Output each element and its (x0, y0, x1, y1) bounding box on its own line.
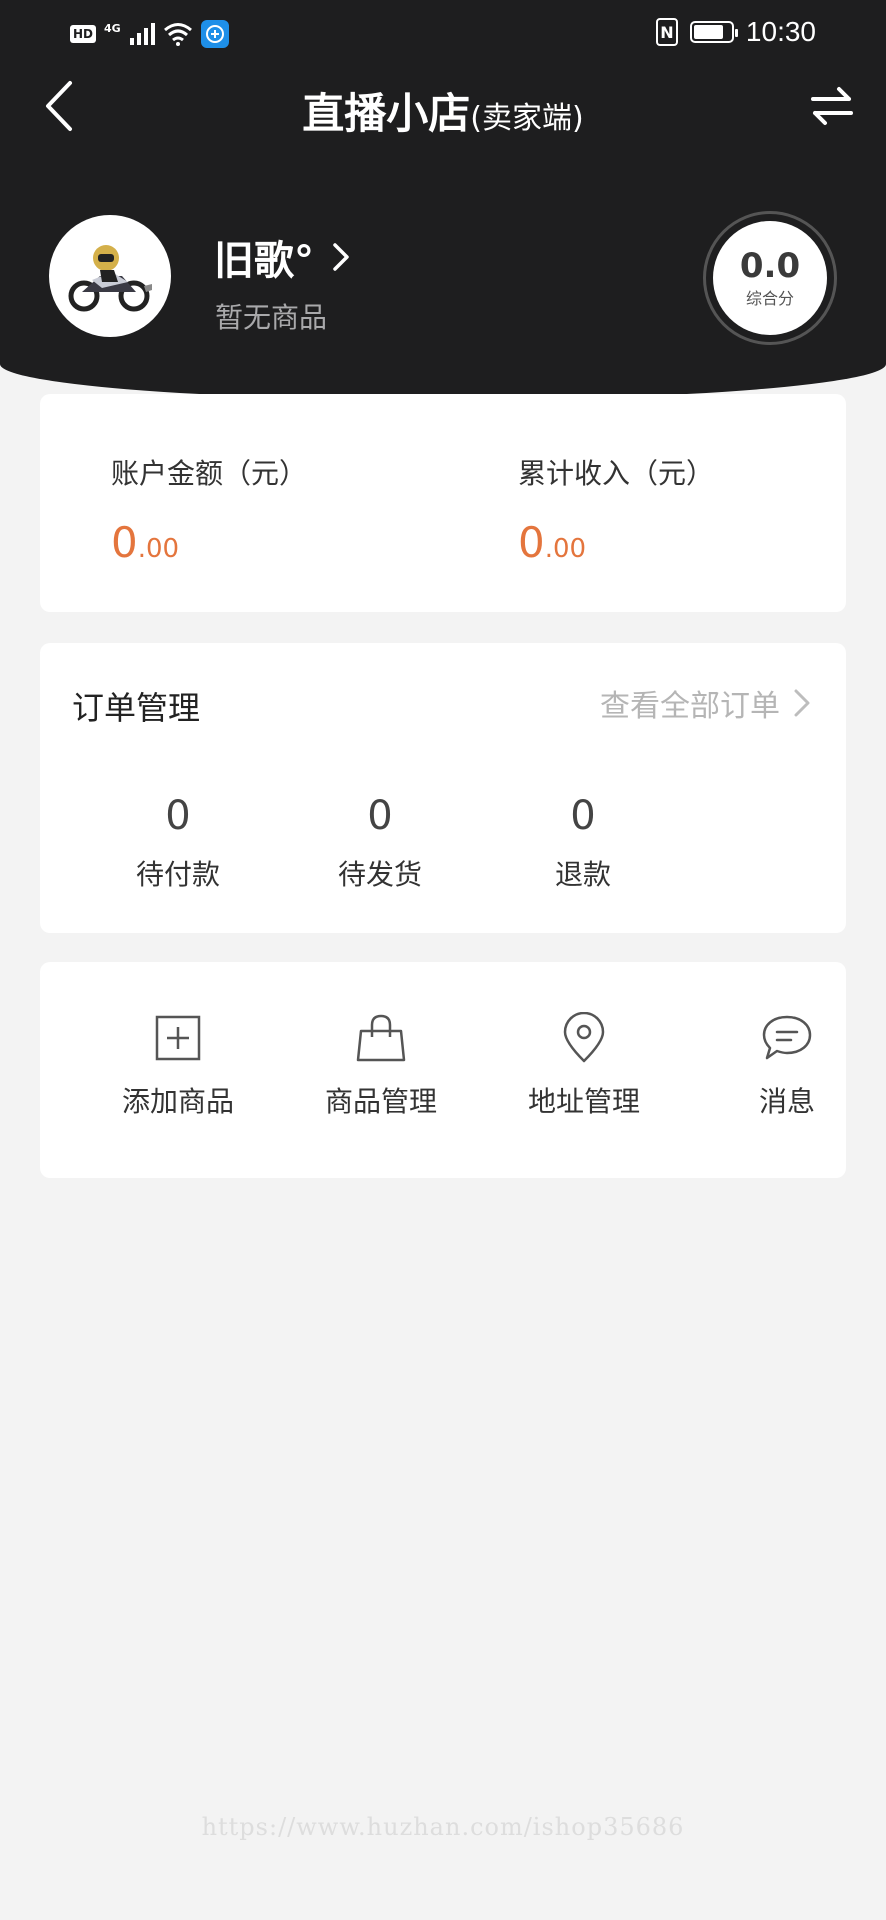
order-stat-pending-shipment[interactable]: 0 待发货 (315, 793, 445, 893)
score-inner: 0.0 综合分 (713, 221, 827, 335)
order-stat-pending-payment[interactable]: 0 待付款 (113, 793, 243, 893)
shopping-bag-icon (356, 1014, 406, 1062)
order-stat-refund[interactable]: 0 退款 (518, 793, 648, 893)
add-product-button[interactable]: 添加商品 (98, 1012, 258, 1120)
network-type: 4G (104, 21, 121, 35)
location-pin-icon (563, 1012, 605, 1063)
order-stat-count: 0 (367, 793, 393, 839)
status-bar-right: N 10:30 (655, 16, 816, 48)
order-stat-label: 待付款 (135, 858, 220, 891)
messages-label: 消息 (758, 1085, 815, 1118)
chevron-right-icon (333, 243, 349, 271)
page-title-sub: (卖家端) (470, 101, 584, 136)
account-balance-label: 账户金额（元） (111, 457, 308, 490)
score-badge: 0.0 综合分 (703, 211, 837, 345)
shop-product-status: 暂无商品 (215, 301, 328, 334)
shop-name: 旧歌° (214, 238, 314, 284)
status-time: 10:30 (745, 16, 816, 47)
status-bar-left: HD 4G (70, 20, 229, 48)
battery-icon (689, 21, 738, 43)
plus-square-icon (155, 1015, 201, 1061)
order-management-card: 订单管理 查看全部订单 0 待付款 0 待发货 0 退款 (40, 643, 846, 933)
order-stat-count: 0 (165, 793, 191, 839)
shop-name-row[interactable]: 旧歌° (214, 228, 350, 286)
order-stat-label: 待发货 (337, 858, 422, 891)
score-value: 0.0 (739, 246, 801, 286)
view-all-orders-label: 查看全部订单 (600, 689, 780, 724)
hd-badge: HD (70, 25, 97, 43)
view-all-orders-link[interactable]: 查看全部订单 (600, 681, 810, 725)
product-management-button[interactable]: 商品管理 (301, 1012, 461, 1120)
status-bar: HD 4G N 10:30 (0, 0, 886, 66)
swap-arrows-icon (811, 87, 853, 125)
account-balance-dec: .00 (137, 534, 180, 564)
product-management-label: 商品管理 (324, 1085, 437, 1118)
messages-button[interactable]: 消息 (707, 1012, 867, 1120)
watermark: https://www.huzhan.com/ishop35686 (201, 1813, 685, 1841)
total-income-int: 0 (518, 518, 545, 567)
total-income-label: 累计收入（元） (518, 457, 715, 490)
add-product-label: 添加商品 (121, 1085, 234, 1118)
account-balance-value: 0.00 (111, 518, 307, 567)
total-income[interactable]: 累计收入（元） 0.00 (518, 452, 714, 567)
total-income-dec: .00 (544, 534, 587, 564)
order-management-title: 订单管理 (72, 689, 201, 727)
address-management-label: 地址管理 (527, 1085, 640, 1118)
nfc-icon: N (655, 18, 678, 46)
nav-bar: 直播小店(卖家端) (0, 66, 886, 156)
account-balance[interactable]: 账户金额（元） 0.00 (111, 452, 307, 567)
account-balance-int: 0 (111, 518, 138, 567)
score-label: 综合分 (745, 289, 794, 308)
order-stat-count: 0 (570, 793, 596, 839)
page-title: 直播小店(卖家端) (0, 80, 886, 141)
wifi-icon (163, 23, 192, 46)
page-title-main: 直播小店 (302, 89, 471, 138)
motorcycle-rider-avatar-icon (68, 245, 152, 312)
chevron-right-icon (794, 689, 810, 717)
address-management-button[interactable]: 地址管理 (504, 1012, 664, 1120)
signal-icon (129, 23, 155, 45)
avatar[interactable] (49, 215, 171, 337)
switch-role-button[interactable] (802, 76, 862, 136)
balance-card: 账户金额（元） 0.00 累计收入（元） 0.00 (40, 394, 846, 612)
total-income-value: 0.00 (518, 518, 714, 567)
tools-card: 添加商品 商品管理 地址管理 消息 (40, 962, 846, 1178)
chat-bubble-icon (762, 1015, 812, 1060)
app-notification-icon (200, 20, 229, 48)
order-stat-label: 退款 (554, 858, 611, 891)
